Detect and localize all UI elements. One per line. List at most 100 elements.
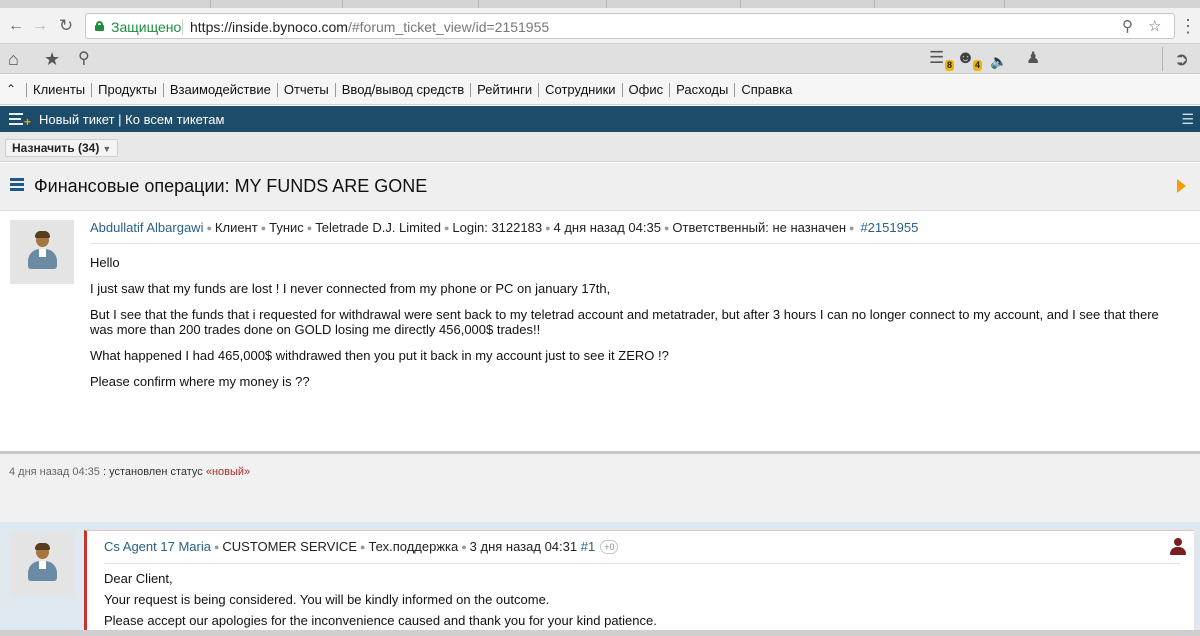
menu-items: Клиенты Продукты Взаимодействие Отчеты Ввод/…: [26, 75, 798, 105]
ticket-title-bar: Финансовые операции: MY FUNDS ARE GONE: [0, 163, 1200, 211]
list-settings-icon[interactable]: ☰: [1181, 111, 1194, 128]
menu-item[interactable]: Ввод/вывод средств: [334, 83, 470, 97]
reply-paragraph: Dear Client,: [104, 571, 173, 586]
author-role: Клиент: [214, 220, 258, 235]
reply-header: Cs Agent 17 Maria ● CUSTOMER SERVICE ● Тех.п…: [104, 539, 619, 554]
menu-item[interactable]: Клиенты: [26, 83, 91, 97]
status-history: 4 дня назад 04:35 : установлен статус «н…: [0, 454, 1200, 522]
url-path: /#forum_ticket_view/id=2151955: [347, 19, 550, 35]
messages-button[interactable]: ☻ 4: [956, 47, 982, 71]
back-icon[interactable]: ←: [6, 16, 26, 36]
search-icon[interactable]: ⚲: [78, 48, 90, 70]
avatar: [10, 220, 74, 284]
agent-link[interactable]: Cs Agent 17 Maria: [104, 539, 211, 554]
post-paragraph: But I see that the funds that i requeste…: [90, 307, 1159, 337]
agent-reply: Cs Agent 17 Maria ● CUSTOMER SERVICE ● Тех.п…: [84, 530, 1194, 636]
lock-icon: [95, 21, 104, 31]
star-icon[interactable]: ☆: [1148, 17, 1161, 35]
author-login: Login: 3122183: [452, 220, 543, 235]
speaker-icon[interactable]: 🔈: [990, 50, 1007, 72]
tab-divider: [874, 0, 875, 8]
ticket-links: Новый тикет | Ко всем тикетам: [39, 112, 224, 127]
list-icon: ☰: [929, 48, 945, 67]
separator-dot: ●: [545, 223, 551, 233]
separator-dot: ●: [360, 542, 366, 552]
author-link[interactable]: Abdullatif Albargawi: [90, 220, 203, 235]
kebab-menu-icon[interactable]: ⋮: [1178, 16, 1198, 36]
status-badge: «новый»: [205, 466, 251, 478]
separator-dot: ●: [461, 542, 467, 552]
assign-dropdown[interactable]: Назначить (34) ▼: [5, 139, 119, 157]
history-time: 4 дня назад 04:35: [9, 466, 100, 478]
agent-reply-area: Cs Agent 17 Maria ● CUSTOMER SERVICE ● Тех.п…: [0, 522, 1200, 636]
separator-dot: ●: [206, 223, 212, 233]
collapse-menu-icon[interactable]: ⌃: [6, 82, 16, 96]
menu-item[interactable]: Продукты: [91, 83, 163, 97]
ticket-id-link[interactable]: #2151955: [860, 220, 918, 235]
zoom-icon[interactable]: ⚲: [1122, 17, 1133, 35]
messages-badge: 4: [972, 60, 982, 71]
hamburger-icon[interactable]: [10, 178, 24, 191]
browser-tab-strip: [0, 0, 1200, 8]
browser-address-bar: ← → ↻ Защищено https://inside.bynoco.com…: [0, 8, 1200, 44]
new-ticket-icon[interactable]: +: [9, 112, 31, 128]
links-separator: |: [114, 112, 126, 127]
chevron-down-icon: ▼: [102, 144, 112, 154]
tab-divider: [1004, 0, 1005, 8]
tab-divider: [740, 0, 741, 8]
toolbar-divider: [1162, 47, 1163, 71]
favorites-star-icon[interactable]: ★: [44, 48, 60, 70]
plus-vote-button[interactable]: +0: [600, 540, 619, 554]
menu-item[interactable]: Офис: [621, 83, 670, 97]
menu-item[interactable]: Сотрудники: [538, 83, 621, 97]
separator-dot: ●: [306, 223, 313, 233]
client-post: Abdullatif Albargawi ● Клиент ● Тунис ● Teletr…: [0, 211, 1200, 451]
separator-dot: ●: [260, 223, 267, 233]
separator-dot: ●: [663, 223, 670, 233]
bottom-scroll-strip: [0, 630, 1200, 636]
menu-item[interactable]: Взаимодействие: [162, 83, 277, 97]
reply-number-link[interactable]: #1: [581, 539, 595, 554]
url-host: https://inside.bynoco.com: [190, 19, 348, 35]
forward-icon[interactable]: →: [30, 16, 50, 36]
author-country: Тунис: [269, 220, 304, 235]
home-icon[interactable]: ⌂: [8, 48, 19, 70]
post-paragraph: What happened I had 465,000$ withdrawed …: [90, 348, 669, 363]
menu-item[interactable]: Рейтинги: [470, 83, 538, 97]
agent-user-icon[interactable]: [1170, 538, 1186, 556]
menu-item[interactable]: Отчеты: [276, 83, 335, 97]
post-header: Abdullatif Albargawi ● Клиент ● Тунис ● Teletr…: [90, 220, 918, 235]
post-paragraph: Please confirm where my money is ??: [90, 374, 310, 389]
url-text: https://inside.bynoco.com/#forum_ticket_…: [190, 19, 549, 35]
notifications-badge: 8: [944, 60, 954, 71]
agent-department: CUSTOMER SERVICE: [222, 539, 357, 554]
history-text: : установлен статус: [99, 466, 206, 478]
main-menu: ⌃ Клиенты Продукты Взаимодействие Отчеты Вво…: [0, 75, 1200, 105]
notifications-button[interactable]: ☰ 8: [928, 47, 954, 71]
post-paragraph: Hello: [90, 255, 120, 270]
all-tickets-link[interactable]: Ко всем тикетам: [125, 112, 224, 127]
page-title: Финансовые операции: MY FUNDS ARE GONE: [34, 176, 428, 196]
reload-icon[interactable]: ↻: [56, 16, 76, 36]
responsible: Ответственный: не назначен: [672, 220, 847, 235]
tab-divider: [342, 0, 343, 8]
tab-divider: [210, 0, 211, 8]
secure-label: Защищено: [111, 19, 182, 35]
url-field[interactable]: Защищено https://inside.bynoco.com/#foru…: [85, 13, 1175, 39]
post-time: 4 дня назад 04:35: [553, 220, 661, 235]
play-arrow-icon[interactable]: [1177, 179, 1186, 193]
separator-dot: ●: [213, 542, 220, 552]
menu-item[interactable]: Справка: [734, 83, 798, 97]
reply-divider: [104, 563, 1180, 564]
logout-icon[interactable]: ➲: [1174, 48, 1189, 70]
tab-divider: [606, 0, 607, 8]
new-ticket-link[interactable]: Новый тикет: [39, 112, 115, 127]
post-divider: [90, 243, 1200, 244]
user-icon[interactable]: ♟: [1026, 48, 1040, 70]
post-paragraph: I just saw that my funds are lost ! I ne…: [90, 281, 611, 296]
post-body: Hello I just saw that my funds are lost …: [90, 255, 1180, 400]
separator-dot: ●: [443, 223, 450, 233]
url-separator: [182, 19, 183, 35]
menu-item[interactable]: Расходы: [669, 83, 734, 97]
reply-time: 3 дня назад 04:31: [469, 539, 578, 554]
